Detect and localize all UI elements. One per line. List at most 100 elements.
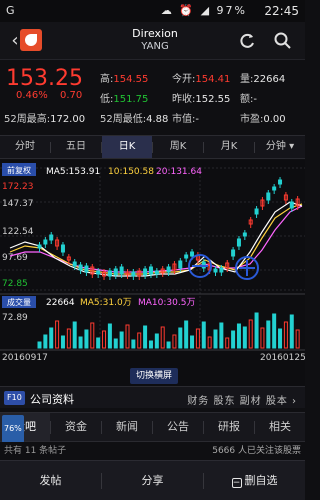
volume-bar (225, 337, 230, 349)
tab-daily-k[interactable]: 日K (102, 136, 152, 158)
volume-bar (207, 336, 212, 349)
volume-bar (213, 329, 218, 349)
app-header: ‹ Direxion YANG (0, 22, 305, 60)
volume-bar (66, 328, 71, 349)
date-start: 20160917 (2, 353, 48, 363)
change-percent: 0.46% (16, 90, 48, 101)
candle-body (178, 260, 183, 269)
volume-bar (254, 312, 259, 349)
post-count: 共有 11 条帖子 (4, 446, 67, 456)
candle-body (60, 244, 65, 253)
tab-announcements[interactable]: 公告 (153, 413, 203, 441)
candle-body (131, 271, 136, 277)
tab-weekly-k[interactable]: 周K (153, 136, 203, 158)
volume-bar (295, 329, 300, 349)
volume-bar (78, 336, 83, 349)
candle-body (278, 179, 283, 185)
app-logo (20, 29, 42, 51)
volume-bar (278, 328, 283, 349)
volume-bar (119, 331, 124, 349)
volume-bar (219, 322, 224, 349)
bottom-action-bar: 发帖 分享 − 删自选 (0, 460, 305, 500)
candles-group (37, 177, 300, 280)
candle-body (289, 201, 294, 209)
tab-monthly-k[interactable]: 月K (204, 136, 254, 158)
candle-body (154, 270, 159, 275)
volume-bar (172, 334, 177, 349)
kline-chart[interactable]: 前复权 MA5:153.91 10:150.58 20:131.64 172.2… (0, 160, 306, 370)
volume-bar (72, 321, 77, 349)
company-info-bar[interactable]: F10 公司资料 财务 股东 副材 股本 › (0, 386, 305, 408)
company-info-title: 公司资料 (30, 393, 74, 406)
candle-body (148, 266, 153, 275)
share-button[interactable]: 分享 (102, 461, 203, 500)
search-icon[interactable] (270, 28, 296, 54)
candle-body (49, 234, 54, 241)
candle-body (219, 267, 224, 273)
candle-body (113, 268, 118, 276)
company-info-links[interactable]: 财务 股东 副材 股本 › (187, 392, 297, 407)
refresh-icon[interactable] (234, 28, 260, 54)
volume-bar (242, 326, 247, 349)
volume-bar (272, 313, 277, 349)
tab-minute[interactable]: 分钟 ▾ (255, 136, 305, 158)
tab-intraday[interactable]: 分时 (0, 136, 50, 158)
candle-body (254, 208, 259, 215)
volume-bar (55, 320, 60, 349)
adjust-label: 前复权 (7, 165, 31, 175)
candle-body (119, 266, 124, 275)
volume-bar (178, 327, 183, 349)
prev-close-field: 昨收:152.55 (172, 94, 231, 105)
tab-related[interactable]: 相关 (255, 413, 305, 441)
candle-body (213, 268, 218, 273)
status-bar: G ☁ ⏰ ◢ 97% 22:45 (0, 0, 305, 22)
volume-bar (266, 320, 271, 349)
volume-bar (154, 333, 159, 349)
tab-research[interactable]: 研报 (204, 413, 254, 441)
battery-percent: 97% (216, 4, 247, 17)
post-button[interactable]: 发帖 (0, 461, 101, 500)
candle-body (72, 261, 77, 267)
volume-bar (166, 341, 171, 349)
page-subtitle: YANG (141, 41, 169, 52)
vma5-label: MA5:31.0万 (80, 298, 132, 308)
y-tick-2: 147.37 (2, 199, 34, 209)
volume-bar (195, 328, 200, 349)
y-tick-3: 122.54 (2, 227, 34, 237)
volume-bar (184, 320, 189, 349)
status-signal-label: G (6, 4, 15, 17)
f10-badge: F10 (4, 391, 25, 405)
tab-five-day[interactable]: 五日 (51, 136, 101, 158)
volume-bar (84, 329, 89, 349)
volume-bar (137, 332, 142, 349)
date-end: 20160125 (260, 353, 305, 363)
quote-panel: 153.25 0.46% 0.70 高:154.55 低:151.75 今开:1… (0, 60, 305, 132)
tab-forum[interactable]: 76% 股吧 (0, 413, 50, 443)
pe-field: 市盈:0.00 (240, 114, 286, 125)
volume-bar (131, 339, 136, 349)
volume-bar (201, 321, 206, 349)
status-time: 22:45 (264, 4, 299, 18)
tab-news[interactable]: 新闻 (102, 413, 152, 441)
candle-body (143, 268, 148, 276)
tab-funds[interactable]: 资金 (51, 413, 101, 441)
follower-count: 5666 人已关注该股票 (212, 446, 301, 456)
remove-watchlist-button[interactable]: − 删自选 (204, 461, 305, 500)
volume-bar (113, 338, 118, 349)
candle-body (78, 264, 83, 271)
y-tick-1: 172.23 (2, 182, 34, 192)
volume-bar (236, 323, 241, 349)
volume-bar (37, 341, 42, 349)
candle-body (266, 192, 271, 201)
volume-bar (125, 324, 130, 349)
ma10-label: 10:150.58 (108, 167, 154, 177)
candle-body (242, 232, 247, 237)
switch-landscape-button[interactable]: 切换横屏 (130, 368, 179, 384)
open-field: 今开:154.41 (172, 74, 231, 85)
volume-bars-group (37, 312, 300, 349)
candle-body (184, 254, 189, 259)
volume-bar (102, 330, 107, 349)
amount-field: 额:- (240, 94, 257, 105)
candle-body (272, 186, 277, 191)
volume-bar (289, 314, 294, 349)
